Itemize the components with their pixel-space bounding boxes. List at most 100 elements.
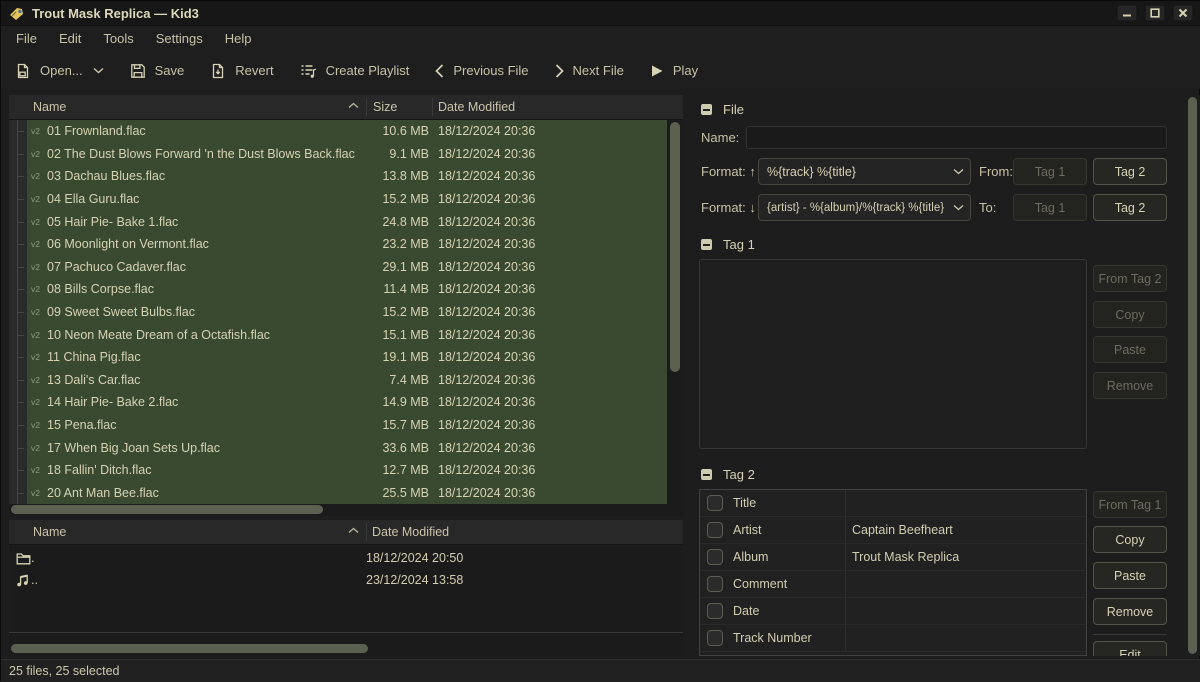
play-icon: [650, 64, 664, 78]
tag1-table[interactable]: [699, 259, 1087, 449]
checkbox[interactable]: [707, 603, 723, 619]
format-to-filename-combobox[interactable]: {artist} - %{album}/%{track} %{title}: [758, 194, 971, 221]
tag2-from-tag1-button[interactable]: From Tag 1: [1093, 491, 1167, 518]
scrollbar-thumb[interactable]: [670, 122, 680, 372]
save-button[interactable]: Save: [130, 63, 185, 79]
to-tag1-button[interactable]: Tag 1: [1013, 194, 1087, 221]
file-row[interactable]: v204 Ella Guru.flac15.2 MB18/12/2024 20:…: [9, 188, 667, 211]
create-playlist-button[interactable]: Create Playlist: [300, 63, 410, 79]
tag2-section-header[interactable]: Tag 2: [701, 467, 755, 482]
folder-row[interactable]: .18/12/2024 20:50: [9, 547, 683, 569]
column-header-date[interactable]: Date Modified: [433, 100, 515, 114]
file-list-vertical-scrollbar[interactable]: [670, 122, 680, 502]
checkbox[interactable]: [707, 576, 723, 592]
format-from-filename-combobox[interactable]: %{track} %{title}: [758, 158, 971, 185]
column-header-name[interactable]: Name: [9, 520, 367, 544]
maximize-button[interactable]: [1145, 5, 1165, 21]
file-row[interactable]: v209 Sweet Sweet Bulbs.flac15.2 MB18/12/…: [9, 301, 667, 324]
file-row[interactable]: v206 Moonlight on Vermont.flac23.2 MB18/…: [9, 233, 667, 256]
file-row[interactable]: v201 Frownland.flac10.6 MB18/12/2024 20:…: [9, 120, 667, 143]
panel-vertical-scrollbar[interactable]: [1188, 97, 1197, 654]
file-size: 10.6 MB: [367, 124, 433, 138]
file-date: 18/12/2024 20:36: [433, 328, 667, 342]
scrollbar-thumb[interactable]: [1188, 97, 1197, 654]
tag2-copy-button[interactable]: Copy: [1093, 526, 1167, 553]
scrollbar-thumb[interactable]: [11, 505, 323, 514]
from-tag2-button[interactable]: Tag 2: [1093, 158, 1167, 185]
chevron-down-icon: [953, 204, 964, 211]
file-row[interactable]: v215 Pena.flac15.7 MB18/12/2024 20:36: [9, 414, 667, 437]
column-size-label: Size: [373, 100, 397, 114]
tag2-field-value[interactable]: Captain Beefheart: [852, 523, 953, 537]
checkbox[interactable]: [707, 549, 723, 565]
open-dropdown[interactable]: [93, 67, 104, 74]
checkbox[interactable]: [707, 522, 723, 538]
menu-edit[interactable]: Edit: [48, 26, 92, 52]
tag1-copy-button[interactable]: Copy: [1093, 301, 1167, 328]
column-header-date[interactable]: Date Modified: [367, 525, 449, 539]
from-tag1-button[interactable]: Tag 1: [1013, 158, 1087, 185]
file-row[interactable]: v220 Ant Man Bee.flac25.5 MB18/12/2024 2…: [9, 482, 667, 505]
close-button[interactable]: [1173, 5, 1193, 21]
previous-file-button[interactable]: Previous File: [435, 63, 528, 78]
to-tag2-button[interactable]: Tag 2: [1093, 194, 1167, 221]
revert-button[interactable]: Revert: [210, 63, 273, 79]
checkbox[interactable]: [707, 495, 723, 511]
file-row[interactable]: v218 Fallin' Ditch.flac12.7 MB18/12/2024…: [9, 459, 667, 482]
collapse-icon[interactable]: [701, 104, 712, 115]
tag1-paste-button[interactable]: Paste: [1093, 336, 1167, 363]
tag2-row[interactable]: Comment: [700, 571, 1086, 598]
tag2-row[interactable]: ArtistCaptain Beefheart: [700, 517, 1086, 544]
collapse-icon[interactable]: [701, 469, 712, 480]
play-button[interactable]: Play: [650, 63, 698, 78]
file-row[interactable]: v214 Hair Pie- Bake 2.flac14.9 MB18/12/2…: [9, 391, 667, 414]
tag2-field-value[interactable]: Trout Mask Replica: [852, 550, 959, 564]
scrollbar-thumb[interactable]: [11, 644, 368, 653]
tag1-section-header[interactable]: Tag 1: [701, 237, 755, 252]
file-row[interactable]: v205 Hair Pie- Bake 1.flac24.8 MB18/12/2…: [9, 210, 667, 233]
checkbox[interactable]: [707, 630, 723, 646]
folder-row[interactable]: ..23/12/2024 13:58: [9, 569, 683, 591]
file-row[interactable]: v217 When Big Joan Sets Up.flac33.6 MB18…: [9, 436, 667, 459]
file-section-header[interactable]: File: [701, 102, 744, 117]
format-up-label: Format: ↑: [701, 164, 756, 179]
file-row[interactable]: v208 Bills Corpse.flac11.4 MB18/12/2024 …: [9, 278, 667, 301]
tag2-row[interactable]: Date: [700, 598, 1086, 625]
tag2-table-body: TitleArtistCaptain BeefheartAlbumTrout M…: [700, 490, 1086, 652]
open-label: Open...: [40, 63, 83, 78]
menu-file[interactable]: File: [5, 26, 48, 52]
tag-version-badge: v2: [27, 420, 47, 430]
file-list-horizontal-scrollbar[interactable]: [11, 505, 681, 515]
tag2-edit-button[interactable]: Edit: [1093, 641, 1167, 656]
file-section-title: File: [723, 102, 744, 117]
collapse-icon[interactable]: [701, 239, 712, 250]
open-button[interactable]: Open...: [15, 63, 83, 79]
tree-branch: [9, 210, 27, 233]
tag2-row[interactable]: Title: [700, 490, 1086, 517]
file-row[interactable]: v211 China Pig.flac19.1 MB18/12/2024 20:…: [9, 346, 667, 369]
tree-branch: [9, 436, 27, 459]
tag2-paste-button[interactable]: Paste: [1093, 562, 1167, 589]
tag2-remove-button[interactable]: Remove: [1093, 598, 1167, 625]
menu-tools[interactable]: Tools: [92, 26, 144, 52]
title-bar[interactable]: Trout Mask Replica — Kid3: [1, 1, 1200, 26]
file-row[interactable]: v213 Dali's Car.flac7.4 MB18/12/2024 20:…: [9, 369, 667, 392]
filename-input[interactable]: [746, 126, 1167, 149]
tag-version-badge: v2: [27, 397, 47, 407]
minimize-button[interactable]: [1117, 5, 1137, 21]
tag1-from-tag2-button[interactable]: From Tag 2: [1093, 265, 1167, 292]
column-header-name[interactable]: Name: [9, 95, 367, 119]
menu-settings[interactable]: Settings: [145, 26, 214, 52]
tag1-remove-button[interactable]: Remove: [1093, 372, 1167, 399]
file-row[interactable]: v203 Dachau Blues.flac13.8 MB18/12/2024 …: [9, 165, 667, 188]
next-file-button[interactable]: Next File: [555, 63, 624, 78]
tag2-row[interactable]: AlbumTrout Mask Replica: [700, 544, 1086, 571]
folder-list-horizontal-scrollbar[interactable]: [11, 644, 681, 654]
column-header-size[interactable]: Size: [367, 95, 433, 119]
file-row[interactable]: v207 Pachuco Cadaver.flac29.1 MB18/12/20…: [9, 256, 667, 279]
tag2-row[interactable]: Track Number: [700, 625, 1086, 652]
menu-help[interactable]: Help: [214, 26, 263, 52]
file-date: 18/12/2024 20:36: [433, 124, 667, 138]
file-row[interactable]: v202 The Dust Blows Forward 'n the Dust …: [9, 143, 667, 166]
file-row[interactable]: v210 Neon Meate Dream of a Octafish.flac…: [9, 323, 667, 346]
